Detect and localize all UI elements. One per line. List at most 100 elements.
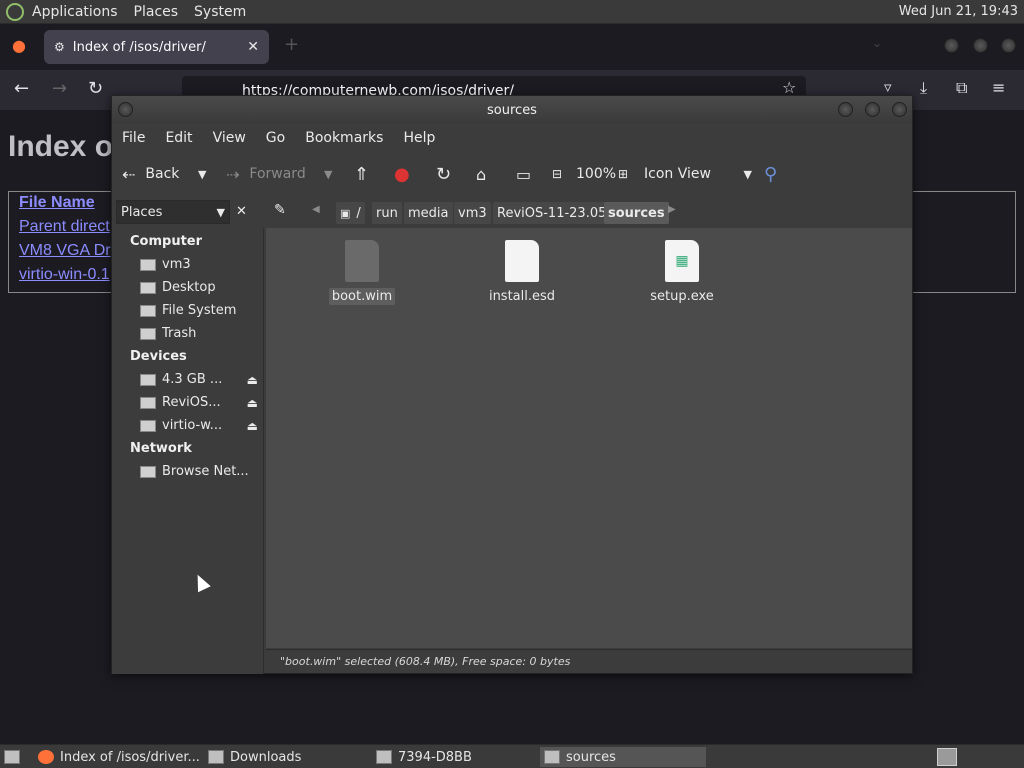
close-sidebar-icon[interactable]: ✕ <box>236 204 247 219</box>
eject-icon[interactable]: ⏏ <box>247 419 258 433</box>
sidebar-item-label: File System <box>162 303 237 318</box>
task-downloads[interactable]: Downloads <box>204 747 370 767</box>
fm-titlebar[interactable]: sources <box>112 96 912 124</box>
crumb-root[interactable]: ▣ / <box>336 202 365 224</box>
drive-icon <box>140 304 156 317</box>
crumb-scroll-right-icon[interactable]: ▶ <box>668 204 676 215</box>
zoom-level: 100% <box>576 166 617 182</box>
places-combo[interactable]: Places ▼ <box>116 200 230 224</box>
zoom-in-icon[interactable]: ⊞ <box>618 167 628 181</box>
task-firefox[interactable]: Index of /isos/driver... <box>34 747 200 767</box>
view-mode-select[interactable]: Icon View ▼ <box>644 166 752 182</box>
crumb-revios[interactable]: ReviOS-11-23.05 <box>493 202 611 224</box>
file-item-setup-exe[interactable]: ▦ setup.exe <box>632 240 732 305</box>
eject-icon[interactable]: ⏏ <box>247 373 258 387</box>
close-tab-icon[interactable]: ✕ <box>247 39 259 55</box>
tab-list-icon[interactable]: ⌄ <box>872 36 882 50</box>
ff-maximize-button[interactable] <box>973 38 988 53</box>
sidebar-item-label: Trash <box>162 326 197 341</box>
back-label: Back <box>145 166 180 182</box>
up-icon[interactable]: ⇑ <box>354 164 369 185</box>
show-desktop-button[interactable] <box>0 747 26 767</box>
forward-button[interactable]: ⇢ Forward <box>226 165 306 184</box>
file-name-header[interactable]: File Name <box>19 194 95 212</box>
menu-system[interactable]: System <box>186 4 254 20</box>
crumb-media[interactable]: media <box>404 202 453 224</box>
task-label: Index of /isos/driver... <box>60 749 200 765</box>
link-virtio-win[interactable]: virtio-win-0.1 <box>19 266 110 284</box>
menu-hamburger-icon[interactable]: ≡ <box>992 78 1005 97</box>
fm-maximize-button[interactable] <box>865 102 880 117</box>
task-7394-d8bb[interactable]: 7394-D8BB <box>372 747 538 767</box>
forward-arrow-icon[interactable]: → <box>52 78 67 99</box>
new-tab-icon[interactable]: + <box>284 34 299 55</box>
link-vm8-vga[interactable]: VM8 VGA Dr <box>19 242 111 260</box>
computer-icon[interactable]: ▭ <box>516 165 531 184</box>
download-icon[interactable]: ⤓ <box>920 78 927 98</box>
trash-icon <box>140 327 156 340</box>
sidebar-item-vm3[interactable]: vm3 <box>140 257 262 272</box>
os-logo-icon[interactable] <box>6 2 24 21</box>
stop-icon[interactable]: ● <box>394 164 410 185</box>
sidebar-item-desktop[interactable]: Desktop <box>140 280 262 295</box>
firefox-icon[interactable]: ● <box>12 36 26 55</box>
back-arrow-icon[interactable]: ← <box>14 78 29 99</box>
crumb-vm3[interactable]: vm3 <box>454 202 491 224</box>
sidebar-item-device-revios[interactable]: ReviOS... ⏏ <box>140 395 262 410</box>
link-parent-directory[interactable]: Parent direct <box>19 218 110 236</box>
file-item-install-esd[interactable]: install.esd <box>472 240 572 305</box>
search-icon[interactable]: ⚲ <box>764 164 777 185</box>
file-item-label: install.esd <box>488 289 556 304</box>
file-manager-window: sources File Edit View Go Bookmarks Help… <box>111 95 913 674</box>
extensions-icon[interactable]: ⧉ <box>956 78 967 98</box>
menu-bookmarks[interactable]: Bookmarks <box>295 130 393 146</box>
home-icon[interactable]: ⌂ <box>476 165 486 184</box>
reload-icon[interactable]: ↻ <box>88 78 103 99</box>
back-history-dropdown-icon[interactable]: ▼ <box>198 168 206 181</box>
ff-close-button[interactable] <box>1001 38 1016 53</box>
fm-window-menu-button[interactable] <box>118 102 133 117</box>
menu-places[interactable]: Places <box>126 4 187 20</box>
forward-history-dropdown-icon[interactable]: ▼ <box>324 168 332 181</box>
sidebar-heading-computer: Computer <box>130 234 203 249</box>
pocket-icon[interactable]: ▿ <box>884 78 892 96</box>
ff-minimize-button[interactable] <box>944 38 959 53</box>
sidebar-item-trash[interactable]: Trash <box>140 326 262 341</box>
back-icon: ⇠ <box>122 164 136 184</box>
fm-toolbar: ⇠ Back ▼ ⇢ Forward ▼ ⇑ ● ↻ ⌂ ▭ ⊟ 100% ⊞ … <box>112 152 912 196</box>
sidebar-item-device-virtio[interactable]: virtio-w... ⏏ <box>140 418 262 433</box>
zoom-out-icon[interactable]: ⊟ <box>552 167 562 181</box>
crumb-scroll-left-icon[interactable]: ◀ <box>312 204 320 215</box>
sidebar-item-browse-network[interactable]: Browse Net... <box>140 464 262 479</box>
disc-icon <box>140 396 156 409</box>
back-button[interactable]: ⇠ Back <box>122 165 179 184</box>
menu-file[interactable]: File <box>112 130 155 146</box>
menu-applications[interactable]: Applications <box>24 4 126 20</box>
edit-location-icon[interactable]: ✎ <box>274 202 286 218</box>
file-item-boot-wim[interactable]: boot.wim <box>312 240 412 305</box>
firefox-tab[interactable]: ⚙ Index of /isos/driver/ ✕ <box>44 30 269 64</box>
reload-icon[interactable]: ↻ <box>436 164 451 185</box>
view-mode-dropdown-icon: ▼ <box>743 167 752 181</box>
sidebar-item-device-4gb[interactable]: 4.3 GB ... ⏏ <box>140 372 262 387</box>
drive-icon: ▣ <box>340 206 351 220</box>
task-sources[interactable]: sources <box>540 747 706 767</box>
eject-icon[interactable]: ⏏ <box>247 396 258 410</box>
workspace-switcher[interactable] <box>937 748 957 766</box>
file-icon-view[interactable]: boot.wim install.esd ▦ setup.exe <box>266 228 912 648</box>
file-item-label: setup.exe <box>650 289 714 304</box>
file-icon <box>505 240 539 282</box>
crumb-sources[interactable]: sources <box>604 202 669 224</box>
view-mode-label: Icon View <box>644 166 711 182</box>
menu-edit[interactable]: Edit <box>155 130 202 146</box>
fm-close-button[interactable] <box>892 102 907 117</box>
fm-minimize-button[interactable] <box>838 102 853 117</box>
forward-label: Forward <box>249 166 306 182</box>
sidebar-item-label: Browse Net... <box>162 464 249 479</box>
menu-go[interactable]: Go <box>256 130 295 146</box>
crumb-run[interactable]: run <box>372 202 402 224</box>
clock[interactable]: Wed Jun 21, 19:43 <box>899 4 1018 19</box>
menu-help[interactable]: Help <box>393 130 445 146</box>
sidebar-item-file-system[interactable]: File System <box>140 303 262 318</box>
menu-view[interactable]: View <box>203 130 256 146</box>
